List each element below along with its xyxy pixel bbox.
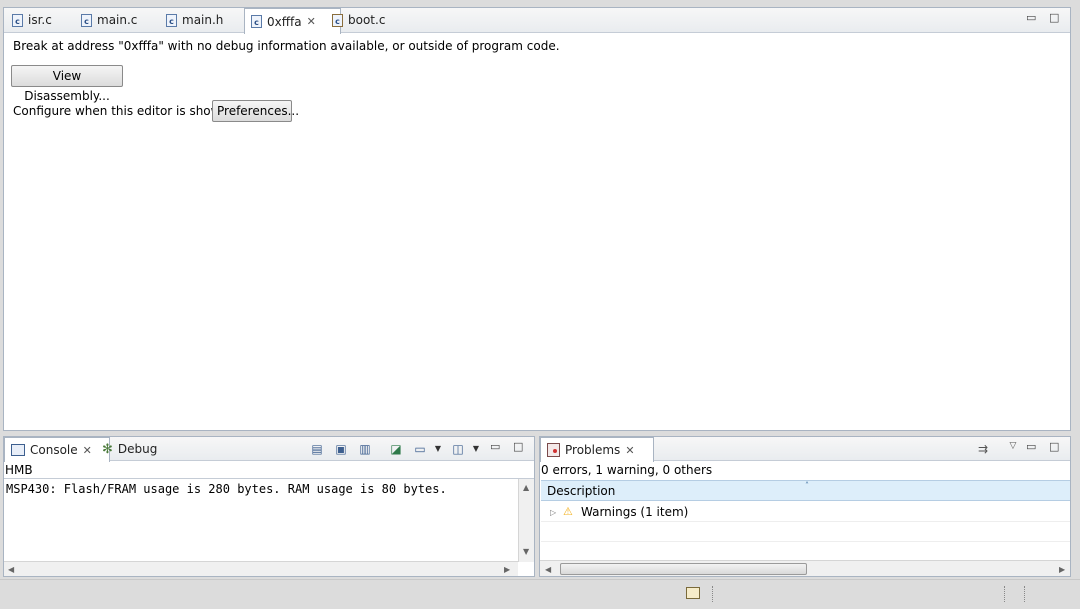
word-wrap-icon[interactable]: ▥ [358, 442, 372, 456]
bug-icon: ✻ [102, 441, 113, 457]
description-column-label: Description [547, 484, 616, 498]
debug-info-message: Break at address "0xfffa" with no debug … [13, 39, 560, 53]
new-console-icon[interactable]: ◫ [451, 442, 465, 456]
c-file-icon: c [251, 15, 262, 28]
scroll-left-icon[interactable]: ◀ [545, 565, 551, 574]
display-console-icon[interactable]: ▭ [413, 442, 427, 456]
minimize-icon[interactable]: ▭ [490, 440, 500, 453]
chevron-down-icon[interactable]: ▼ [469, 442, 483, 456]
tab-isr-c[interactable]: c isr.c [6, 8, 58, 32]
sort-ascending-icon: ˄ [805, 481, 809, 490]
tab-main-c[interactable]: c main.c [75, 8, 143, 32]
editor-tab-bar: c isr.c c main.c c main.h c 0xfffa ✕ c b… [4, 8, 1070, 34]
status-separator [1024, 586, 1026, 602]
console-tab-bar: Console ✕ ✻ Debug ▤ ▣ ▥ ◪ ▭ ▼ ◫ ▼ ▭ □ [4, 437, 534, 462]
console-pane: Console ✕ ✻ Debug ▤ ▣ ▥ ◪ ▭ ▼ ◫ ▼ ▭ □ HM… [3, 436, 535, 577]
configure-label: Configure when this editor is shown [13, 104, 229, 118]
status-separator [1004, 586, 1006, 602]
close-icon[interactable]: ✕ [625, 444, 634, 457]
minimize-icon[interactable]: ▭ [1026, 11, 1036, 24]
warning-icon: ⚠ [563, 505, 573, 518]
console-output-line: MSP430: Flash/FRAM usage is 280 bytes. R… [6, 482, 447, 496]
view-menu-icon[interactable]: ▽ [1006, 439, 1020, 453]
tab-boot-c[interactable]: c boot.c [326, 8, 391, 32]
console-icon [11, 444, 25, 456]
scroll-up-icon[interactable]: ▲ [523, 483, 529, 492]
table-row [541, 523, 1070, 542]
scroll-lock-icon[interactable]: ▣ [334, 442, 348, 456]
problems-icon [547, 443, 560, 457]
problems-horizontal-scrollbar[interactable]: ◀ ▶ [540, 560, 1070, 576]
expand-chevron-icon[interactable]: ▷ [550, 508, 556, 517]
chevron-down-icon[interactable]: ▼ [431, 442, 445, 456]
c-file-icon: c [12, 13, 23, 27]
clear-console-icon[interactable]: ▤ [310, 442, 324, 456]
maximize-icon[interactable]: □ [513, 440, 523, 453]
console-output-area[interactable]: MSP430: Flash/FRAM usage is 280 bytes. R… [4, 478, 534, 562]
tab-console[interactable]: Console ✕ [4, 437, 110, 462]
scroll-down-icon[interactable]: ▼ [523, 547, 529, 556]
tab-label: Problems [565, 443, 621, 457]
view-disassembly-button[interactable]: View Disassembly... [11, 65, 123, 103]
scroll-right-icon[interactable]: ▶ [504, 565, 510, 574]
problems-summary: 0 errors, 1 warning, 0 others [541, 463, 713, 477]
minimize-icon[interactable]: ▭ [1026, 440, 1036, 453]
tab-label: boot.c [348, 13, 386, 27]
table-row[interactable]: ▷ ⚠ Warnings (1 item) [541, 502, 1070, 522]
maximize-icon[interactable]: □ [1049, 440, 1059, 453]
problems-column-header[interactable]: Description ˄ [541, 480, 1070, 501]
tab-label: main.h [182, 13, 224, 27]
close-icon[interactable]: ✕ [307, 15, 316, 28]
c-file-icon: c [332, 13, 343, 27]
scroll-thumb[interactable] [560, 563, 807, 575]
editor-pane: c isr.c c main.c c main.h c 0xfffa ✕ c b… [3, 7, 1071, 431]
pin-console-icon[interactable]: ◪ [389, 442, 403, 456]
tab-label: Console [30, 443, 78, 457]
problems-pane: Problems ✕ ⇉ ▽ ▭ □ 0 errors, 1 warning, … [539, 436, 1071, 577]
problems-tab-bar: Problems ✕ ⇉ ▽ ▭ □ [540, 437, 1070, 462]
tab-main-h[interactable]: c main.h [160, 8, 229, 32]
preferences-button[interactable]: Preferences... [212, 100, 299, 122]
open-perspective-icon[interactable] [686, 587, 700, 599]
console-vertical-scrollbar[interactable]: ▲ ▼ [518, 479, 534, 562]
tab-label: Debug [117, 442, 158, 456]
tab-problems[interactable]: Problems ✕ [540, 437, 654, 462]
scroll-right-icon[interactable]: ▶ [1059, 565, 1065, 574]
focus-on-active-task-icon[interactable]: ⇉ [976, 442, 990, 456]
tab-label: isr.c [28, 13, 52, 27]
tab-label: main.c [97, 13, 138, 27]
status-bar [0, 579, 1080, 609]
scroll-left-icon[interactable]: ◀ [8, 565, 14, 574]
warnings-row-label: Warnings (1 item) [581, 505, 689, 519]
status-separator [712, 586, 714, 602]
tab-debug[interactable]: ✻ Debug [96, 437, 163, 461]
c-file-icon: c [81, 13, 92, 27]
tab-label: 0xfffa [267, 14, 302, 29]
console-horizontal-scrollbar[interactable]: ◀ ▶ [4, 561, 518, 576]
close-icon[interactable]: ✕ [83, 444, 92, 457]
maximize-icon[interactable]: □ [1049, 11, 1059, 24]
console-header: HMB [5, 463, 33, 477]
h-file-icon: c [166, 13, 177, 27]
